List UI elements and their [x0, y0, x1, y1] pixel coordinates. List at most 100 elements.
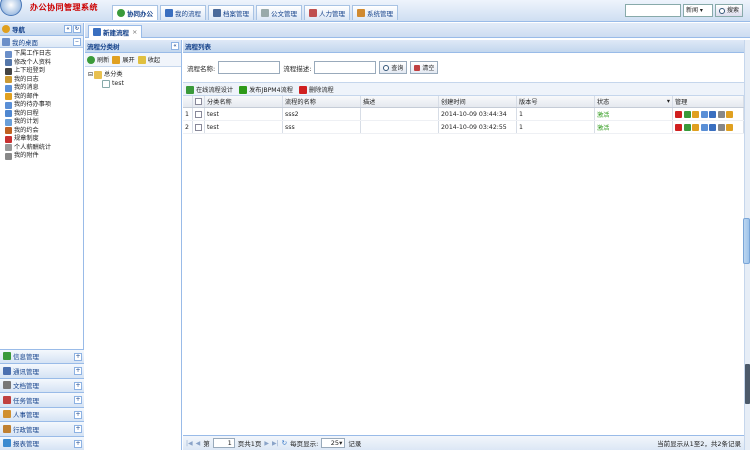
sort-arrow-icon[interactable]: ▾ [667, 98, 670, 105]
row-number: 1 [183, 108, 193, 120]
desk-item[interactable]: 我的附件 [5, 152, 83, 161]
row-checkbox[interactable] [195, 123, 202, 131]
col-status[interactable]: 状态 ▾ [595, 96, 673, 107]
collapse-left-icon[interactable]: « [64, 25, 72, 33]
accordion-item[interactable]: 行政管理 + [0, 421, 84, 436]
flow-name-input[interactable] [218, 61, 281, 74]
row-action-icon[interactable] [700, 110, 708, 118]
desk-item[interactable]: 我的邮件 [5, 93, 83, 102]
cell-status: 激活 [595, 121, 673, 133]
desk-item[interactable]: 我的计划 [5, 118, 83, 127]
page-input[interactable]: 1 [212, 438, 235, 448]
first-page-icon[interactable]: |◀ [186, 440, 193, 447]
desk-item[interactable]: 上下班登到 [5, 67, 83, 76]
cell-created: 2014-10-09 03:42:55 [439, 121, 517, 133]
row-action-icon[interactable] [726, 110, 733, 118]
col-created[interactable]: 创建时间 [439, 96, 517, 107]
next-page-icon[interactable]: ▶ [264, 440, 269, 447]
side-drag-handle[interactable] [743, 218, 750, 264]
row-action-icon[interactable] [675, 123, 682, 131]
desk-item[interactable]: 我的日志 [5, 76, 83, 85]
desk-item[interactable]: 个人薪酬统计 [5, 144, 83, 153]
row-action-icon[interactable] [726, 123, 733, 131]
accordion-item[interactable]: 通讯管理 + [0, 363, 84, 378]
clear-icon [414, 64, 421, 71]
col-name[interactable]: 流程的名称 [283, 96, 361, 107]
row-action-icon[interactable] [709, 110, 716, 118]
flow-desc-input[interactable] [314, 61, 377, 74]
per-page-select[interactable]: 25▾ [321, 438, 346, 448]
refresh-button[interactable]: 刷新 [87, 55, 109, 64]
search-scope-select[interactable]: 新闻 ▾ [683, 4, 713, 17]
content-tab-bar: 新建流程 × [85, 23, 750, 38]
tree-node-root[interactable]: ⊟ 总分类 [88, 70, 181, 79]
accordion-item[interactable]: 文档管理 + [0, 377, 84, 392]
accordion-item[interactable]: 任务管理 + [0, 392, 84, 407]
nav-tab-system[interactable]: 系统管理 [352, 5, 398, 20]
publish-flow-button[interactable]: 发布JBPM4流程 [239, 85, 293, 94]
desk-header[interactable]: 我的桌面 − [0, 36, 83, 48]
desk-list: 下属工作日志 修改个人资料 上下班登到 我的日志 我的消息 我的邮件 我的待办事项 我的日程我… [0, 48, 83, 161]
collapse-left-icon[interactable]: « [171, 42, 179, 50]
close-tab-icon[interactable]: × [132, 28, 137, 36]
col-version[interactable]: 版本号 [517, 96, 595, 107]
clear-button[interactable]: 清空 [410, 61, 439, 74]
table-row[interactable]: 2 test sss 2014-10-09 03:42:55 1 激活 [183, 121, 744, 134]
expand-icon[interactable]: + [74, 439, 82, 448]
row-action-icon[interactable] [683, 123, 691, 131]
collapse-up-icon[interactable]: − [73, 38, 81, 46]
nav-tab-document[interactable]: 公文管理 [256, 5, 302, 20]
row-action-icon[interactable] [717, 110, 725, 118]
desk-item[interactable]: 我的消息 [5, 84, 83, 93]
nav-tab-my-flow[interactable]: 我的流程 [160, 5, 206, 20]
row-action-icon[interactable] [700, 123, 708, 131]
row-action-icon[interactable] [675, 110, 682, 118]
design-flow-button[interactable]: 在线流程设计 [186, 85, 233, 94]
delete-flow-button[interactable]: 删除流程 [298, 85, 334, 94]
cell-created: 2014-10-09 03:44:34 [439, 108, 517, 120]
expand-icon[interactable]: + [74, 396, 82, 404]
nav-tab-hr[interactable]: 人力管理 [304, 5, 350, 20]
desk-item[interactable]: 我的日程 [5, 110, 83, 119]
expand-button[interactable]: 展开 [112, 55, 135, 64]
search-button[interactable]: 搜索 [715, 4, 744, 17]
desk-item[interactable]: 修改个人资料 [5, 59, 83, 68]
row-action-icon[interactable] [692, 123, 699, 131]
select-all-checkbox[interactable] [195, 98, 202, 105]
row-action-icon[interactable] [717, 123, 725, 131]
tree-node-test[interactable]: test [88, 79, 181, 88]
desk-item-icon [5, 152, 12, 160]
col-category[interactable]: 分类名称 [205, 96, 283, 107]
expand-icon[interactable]: + [74, 425, 82, 433]
expand-icon[interactable]: + [74, 352, 82, 361]
accordion-item[interactable]: 信息管理 + [0, 348, 84, 363]
row-checkbox[interactable] [195, 110, 202, 118]
last-page-icon[interactable]: ▶| [272, 440, 279, 447]
refresh-icon[interactable]: ↻ [73, 25, 81, 33]
desk-item[interactable]: 我的约会 [5, 127, 83, 136]
collapse-button[interactable]: 收起 [137, 55, 160, 64]
prev-page-icon[interactable]: ◀ [196, 440, 201, 447]
search-area: 新闻 ▾ 搜索 [625, 4, 744, 17]
row-action-icon[interactable] [683, 110, 691, 118]
desk-item[interactable]: 我的待办事项 [5, 101, 83, 110]
desk-item[interactable]: 规章制度 [5, 135, 83, 144]
accordion-item[interactable]: 报表管理 + [0, 435, 84, 450]
expand-icon[interactable]: + [74, 367, 82, 375]
table-row[interactable]: 1 test sss2 2014-10-09 03:44:34 1 激活 [183, 108, 744, 121]
row-action-icon[interactable] [692, 110, 699, 118]
refresh-icon[interactable]: ↻ [282, 439, 287, 447]
desk-item[interactable]: 下属工作日志 [5, 50, 83, 59]
search-input[interactable] [625, 4, 681, 17]
accordion-item[interactable]: 人事管理 + [0, 406, 84, 421]
query-button[interactable]: 查询 [379, 61, 408, 74]
col-desc[interactable]: 描述 [361, 96, 439, 107]
side-collapse-handle[interactable] [745, 364, 750, 404]
tree-toggle-icon[interactable]: ⊟ [88, 70, 93, 79]
expand-icon[interactable]: + [74, 381, 82, 390]
tab-new-flow[interactable]: 新建流程 × [88, 25, 143, 38]
nav-tab-collab[interactable]: 协同办公 [112, 5, 158, 20]
nav-tab-archive[interactable]: 档案管理 [208, 5, 254, 20]
row-action-icon[interactable] [709, 123, 716, 131]
expand-icon[interactable]: + [74, 410, 82, 419]
